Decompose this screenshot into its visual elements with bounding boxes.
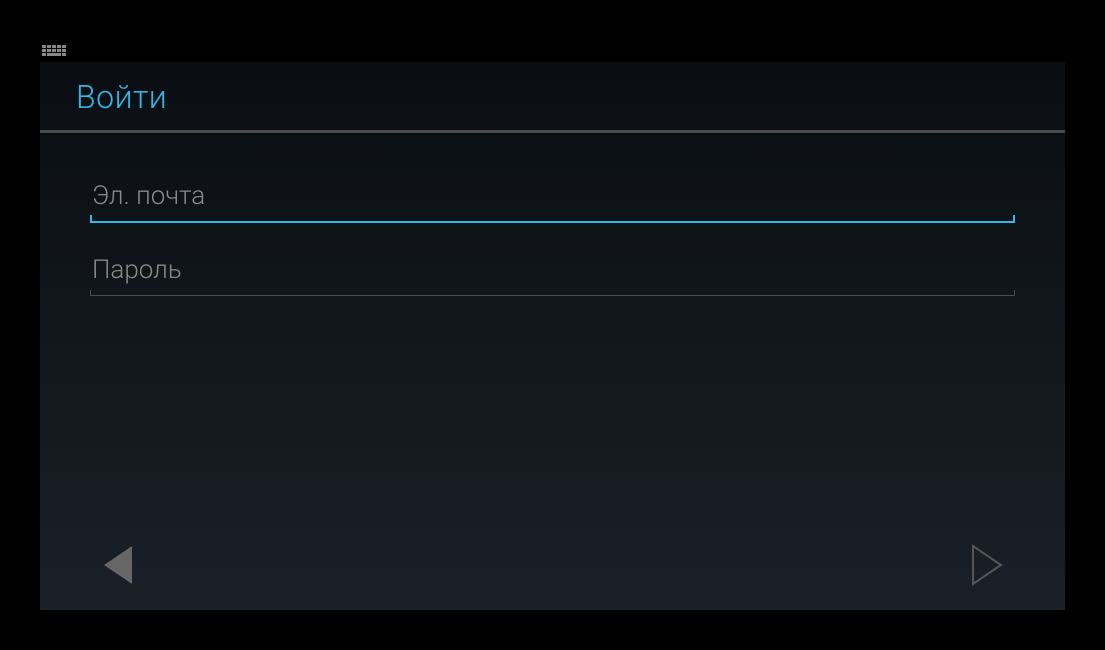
back-button[interactable] (100, 542, 136, 588)
dialog-header: Войти (40, 62, 1065, 133)
login-dialog: Войти (40, 62, 1065, 610)
email-field[interactable] (90, 177, 1015, 223)
password-input-wrapper (90, 251, 1015, 296)
keyboard-icon (42, 45, 66, 61)
dialog-title: Войти (76, 78, 1029, 116)
navigation-bar (100, 542, 1005, 588)
password-field[interactable] (90, 251, 1015, 296)
next-button[interactable] (969, 542, 1005, 588)
status-bar (42, 45, 66, 61)
arrow-left-icon (100, 542, 136, 588)
login-form (40, 133, 1065, 296)
email-input-wrapper (90, 177, 1015, 223)
arrow-right-icon (969, 542, 1005, 588)
